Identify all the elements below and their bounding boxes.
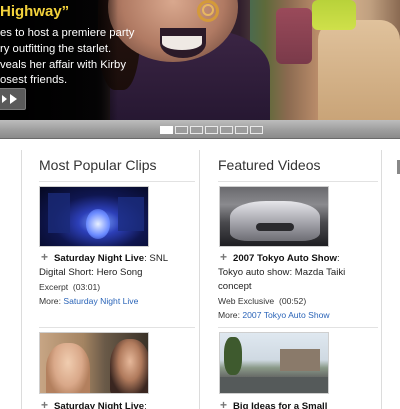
thumb-shape: [220, 377, 328, 393]
add-icon[interactable]: +: [41, 250, 48, 264]
video-thumbnail[interactable]: [219, 186, 329, 247]
video-show-name[interactable]: Big Ideas for a Small: [233, 401, 327, 409]
column-divider: [21, 150, 22, 409]
more-label: More:: [39, 296, 64, 306]
more-link[interactable]: 2007 Tokyo Auto Show: [242, 310, 329, 320]
carousel-pager: [160, 126, 263, 134]
hero-earring-inner: [202, 4, 214, 16]
card-divider: [218, 327, 378, 328]
add-icon[interactable]: +: [220, 398, 227, 409]
video-title[interactable]: Saturday Night Live: SNL: [54, 253, 168, 264]
video-thumbnail[interactable]: [39, 186, 149, 247]
heading-rule: [218, 181, 378, 182]
pager-dot-2[interactable]: [175, 126, 188, 134]
thumb-shape: [256, 223, 294, 231]
video-title-line2[interactable]: Tokyo auto show: Mazda Taiki: [218, 267, 345, 278]
featured-videos-heading: Featured Videos: [218, 157, 321, 173]
chevron-icon: [2, 95, 7, 103]
video-title-rest[interactable]: :: [144, 401, 147, 409]
hero-person-shirt: [162, 36, 202, 50]
video-title-line3[interactable]: concept: [218, 281, 252, 292]
video-meta: Excerpt (03:01): [39, 282, 101, 292]
video-title-line2[interactable]: Digital Short: Hero Song: [39, 267, 142, 278]
video-thumbnail[interactable]: [39, 332, 149, 394]
pager-dot-4[interactable]: [205, 126, 218, 134]
hero-garment: [276, 8, 312, 64]
video-title[interactable]: Big Ideas for a Small: [233, 401, 327, 409]
thumb-shape: [224, 337, 242, 375]
heading-rule: [39, 181, 195, 182]
pager-dot-6[interactable]: [235, 126, 248, 134]
thumb-shape: [230, 201, 320, 241]
video-title[interactable]: Saturday Night Live:: [54, 401, 147, 409]
add-icon[interactable]: +: [220, 250, 227, 264]
pager-dot-1[interactable]: [160, 126, 173, 134]
hero-description-line: ry outfitting the starlet.: [0, 43, 112, 55]
add-icon[interactable]: +: [41, 398, 48, 409]
hero-person-right: [318, 20, 400, 120]
hero-description-line: osest friends.: [0, 74, 68, 86]
video-title-rest[interactable]: : SNL: [144, 253, 168, 264]
thumb-shape: [118, 197, 144, 231]
thumb-shape: [110, 339, 148, 393]
pager-dot-5[interactable]: [220, 126, 233, 134]
most-popular-heading: Most Popular Clips: [39, 157, 157, 173]
pager-dot-7[interactable]: [250, 126, 263, 134]
more-link-row: More: 2007 Tokyo Auto Show: [218, 310, 330, 320]
carousel-pager-bar: [0, 120, 400, 139]
card-divider: [39, 327, 195, 328]
video-title-rest[interactable]: :: [337, 253, 340, 264]
thumb-shape: [46, 343, 90, 393]
hero-title[interactable]: Highway”: [0, 3, 69, 20]
column-divider: [199, 150, 200, 409]
more-label: More:: [218, 310, 243, 320]
more-link[interactable]: Saturday Night Live: [63, 296, 138, 306]
video-thumbnail[interactable]: [219, 332, 329, 394]
video-show-name[interactable]: Saturday Night Live: [54, 401, 144, 409]
thumb-shape: [280, 349, 320, 371]
video-show-name[interactable]: Saturday Night Live: [54, 253, 144, 264]
video-meta: Web Exclusive (00:52): [218, 296, 307, 306]
video-title[interactable]: 2007 Tokyo Auto Show:: [233, 253, 340, 264]
pager-dot-3[interactable]: [190, 126, 203, 134]
more-link-row: More: Saturday Night Live: [39, 296, 138, 306]
hero-yellow-garment: [312, 0, 356, 30]
thumb-shape: [48, 193, 70, 233]
hero-play-button[interactable]: [0, 88, 26, 110]
column-divider: [381, 150, 382, 409]
hero-description-line: veals her affair with Kirby: [0, 59, 126, 71]
play-icon: [10, 94, 17, 104]
thumb-shape: [86, 209, 110, 239]
video-show-name[interactable]: 2007 Tokyo Auto Show: [233, 253, 337, 264]
hero-banner[interactable]: Highway” es to host a premiere party ry …: [0, 0, 400, 120]
hero-description-line: es to host a premiere party: [0, 27, 135, 39]
